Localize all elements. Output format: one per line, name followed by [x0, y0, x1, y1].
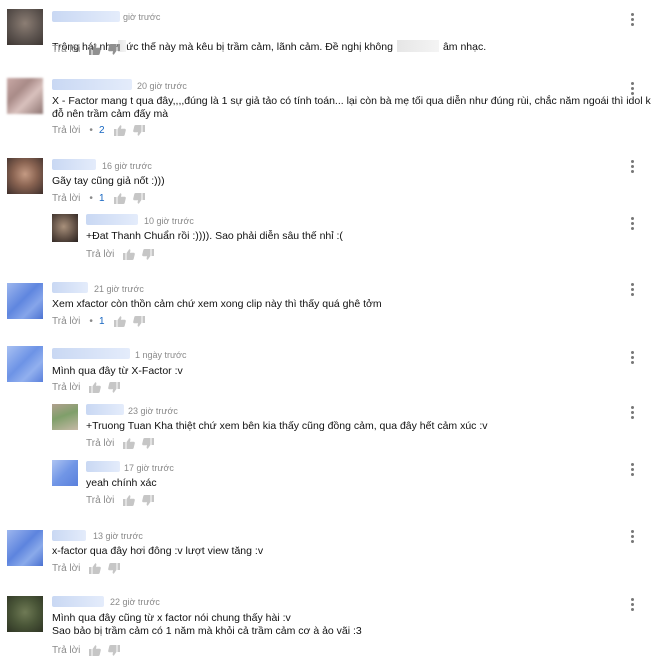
thumbs-down-icon[interactable] — [132, 316, 145, 327]
comment-text: Mình qua đây từ X-Factor :v — [52, 365, 183, 377]
avatar[interactable] — [52, 404, 78, 430]
author-name[interactable] — [52, 11, 120, 22]
more-vert-icon[interactable] — [631, 351, 635, 365]
avatar[interactable] — [7, 596, 43, 632]
comment-time[interactable]: 13 giờ trước — [93, 531, 143, 541]
thumbs-up-icon[interactable] — [89, 563, 102, 574]
comment-time[interactable]: 1 ngày trước — [135, 350, 186, 360]
comment-time[interactable]: 10 giờ trước — [144, 216, 194, 226]
more-vert-icon[interactable] — [631, 217, 635, 231]
comment-text: +Đat Thanh Chuẩn rồi :)))). Sao phải diễ… — [86, 230, 343, 242]
more-vert-icon[interactable] — [631, 406, 635, 420]
thumbs-down-icon[interactable] — [108, 645, 121, 656]
more-vert-icon[interactable] — [631, 13, 635, 27]
author-name[interactable] — [52, 159, 96, 170]
thumbs-down-icon[interactable] — [132, 193, 145, 204]
redacted-text — [396, 40, 439, 52]
more-vert-icon[interactable] — [631, 598, 635, 612]
separator-dot: • — [89, 125, 93, 136]
reply-button[interactable]: Trả lời — [52, 563, 80, 574]
more-vert-icon[interactable] — [631, 463, 635, 477]
more-vert-icon[interactable] — [631, 82, 635, 96]
comment-actions: Trả lời • 1 — [52, 193, 145, 204]
author-name[interactable] — [52, 530, 86, 541]
reply-button[interactable]: Trả lời — [52, 44, 80, 55]
thumbs-up-icon[interactable] — [89, 44, 102, 55]
reply-button[interactable]: Trả lời — [86, 249, 114, 260]
avatar[interactable] — [52, 214, 78, 242]
comment-time[interactable]: 23 giờ trước — [128, 406, 178, 416]
separator-dot: • — [89, 316, 93, 327]
more-vert-icon[interactable] — [631, 160, 635, 174]
comment-text: yeah chính xác — [86, 477, 157, 489]
comment-time[interactable]: 20 giờ trước — [137, 81, 187, 91]
author-name[interactable] — [86, 404, 124, 415]
thumbs-up-icon[interactable] — [113, 316, 126, 327]
thumbs-down-icon[interactable] — [132, 125, 145, 136]
reply-button[interactable]: Trả lời — [52, 382, 80, 393]
reply-button[interactable]: Trả lời — [52, 125, 80, 136]
reply-button[interactable]: Trả lời — [86, 495, 114, 506]
reply-count-link[interactable]: 1 — [99, 316, 105, 327]
reply-button[interactable]: Trả lời — [52, 193, 80, 204]
reply-button[interactable]: Trả lời — [52, 645, 80, 656]
comment-text-part: âm nhạc. — [442, 41, 487, 53]
thumbs-up-icon[interactable] — [89, 645, 102, 656]
author-name[interactable] — [52, 79, 132, 90]
thumbs-up-icon[interactable] — [113, 125, 126, 136]
comment-text: Mình qua đây cũng từ x factor nói chung … — [52, 612, 362, 637]
comment-actions: Trả lời • 1 — [52, 316, 145, 327]
comment-actions: Trả lời — [52, 563, 121, 574]
avatar[interactable] — [7, 283, 43, 319]
comment-actions: Trả lời — [86, 249, 155, 260]
thumbs-up-icon[interactable] — [89, 382, 102, 393]
comment-actions: Trả lời • 2 — [52, 125, 145, 136]
reply-button[interactable]: Trả lời — [86, 438, 114, 449]
avatar[interactable] — [7, 78, 43, 114]
more-vert-icon[interactable] — [631, 530, 635, 544]
avatar[interactable] — [52, 460, 78, 486]
more-vert-icon[interactable] — [631, 283, 635, 297]
comment-actions: Trả lời — [52, 382, 121, 393]
thumbs-down-icon[interactable] — [142, 249, 155, 260]
thumbs-up-icon[interactable] — [123, 495, 136, 506]
comment-actions: Trả lời — [52, 44, 121, 55]
author-name[interactable] — [86, 214, 138, 225]
avatar[interactable] — [7, 9, 43, 45]
thumbs-up-icon[interactable] — [113, 193, 126, 204]
thumbs-down-icon[interactable] — [142, 495, 155, 506]
comment-text: +Truong Tuan Kha thiệt chứ xem bên kia t… — [86, 420, 488, 432]
comment-time[interactable]: 22 giờ trước — [110, 597, 160, 607]
thumbs-down-icon[interactable] — [108, 44, 121, 55]
thumbs-down-icon[interactable] — [142, 438, 155, 449]
comment-text: x-factor qua đây hơi đông :v lượt view t… — [52, 545, 264, 557]
thumbs-down-icon[interactable] — [108, 563, 121, 574]
avatar[interactable] — [7, 530, 43, 566]
reply-count-link[interactable]: 2 — [99, 125, 105, 136]
reply-count-link[interactable]: 1 — [99, 193, 105, 204]
comment-time[interactable]: giờ trước — [123, 12, 160, 22]
avatar[interactable] — [7, 346, 43, 382]
comment-text-part: ức thế này mà kêu bị trầm cảm, lãnh cảm.… — [126, 41, 393, 53]
author-name[interactable] — [52, 596, 104, 607]
comment-actions: Trả lời — [86, 495, 155, 506]
comment-text: X - Factor mang t qua đây,,,,đúng là 1 s… — [52, 95, 651, 120]
comment-time[interactable]: 16 giờ trước — [102, 161, 152, 171]
author-name[interactable] — [52, 282, 88, 293]
comment-text: Gãy tay cũng giả nốt :))) — [52, 175, 165, 187]
comment-time[interactable]: 21 giờ trước — [94, 284, 144, 294]
thumbs-down-icon[interactable] — [108, 382, 121, 393]
comment-actions: Trả lời — [86, 438, 155, 449]
comment-actions: Trả lời — [52, 645, 121, 656]
avatar[interactable] — [7, 158, 43, 194]
author-name[interactable] — [52, 348, 130, 359]
comment-text: Xem xfactor còn thồn cảm chứ xem xong cl… — [52, 298, 382, 310]
author-name[interactable] — [86, 461, 120, 472]
thumbs-up-icon[interactable] — [123, 438, 136, 449]
reply-button[interactable]: Trả lời — [52, 316, 80, 327]
separator-dot: • — [89, 193, 93, 204]
comment-time[interactable]: 17 giờ trước — [124, 463, 174, 473]
thumbs-up-icon[interactable] — [123, 249, 136, 260]
